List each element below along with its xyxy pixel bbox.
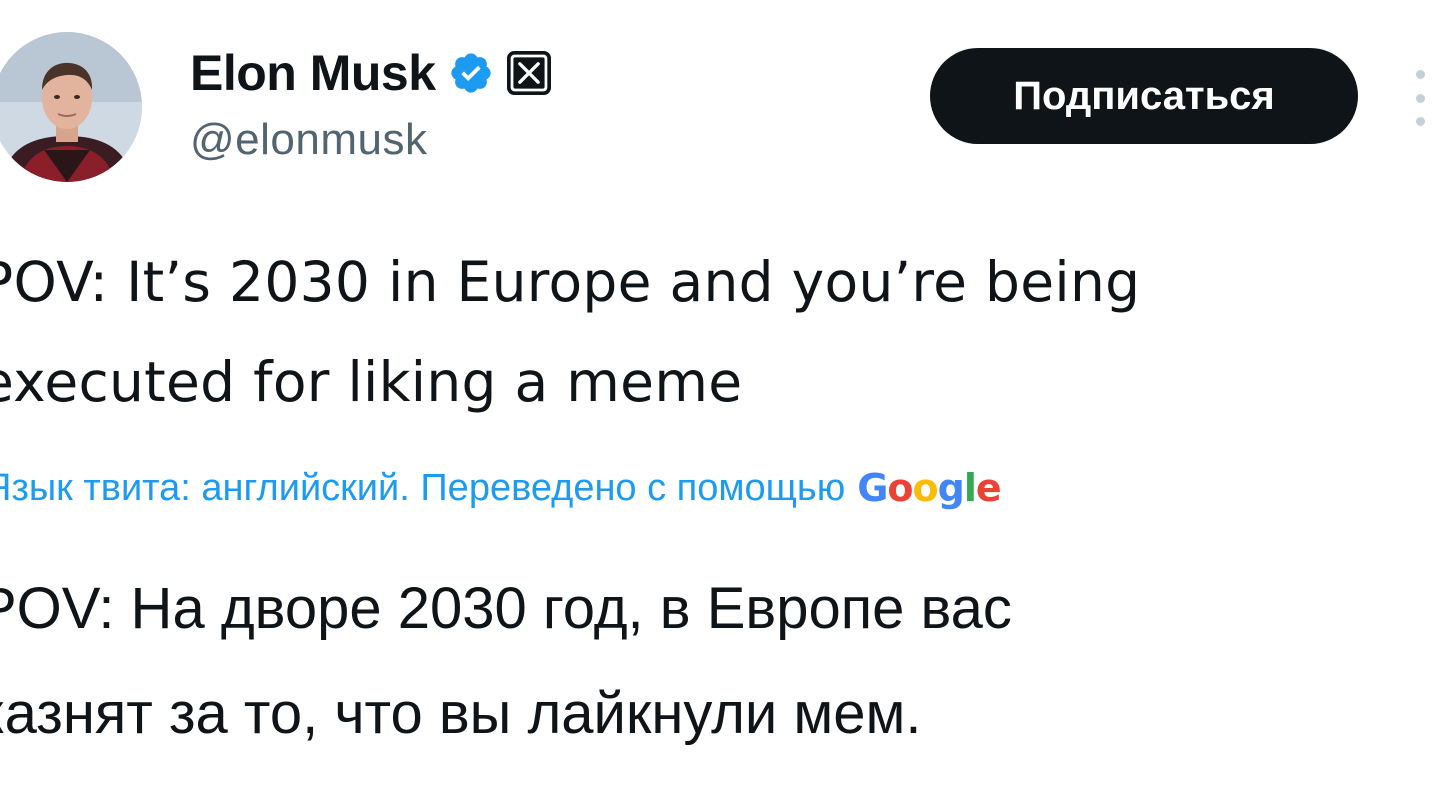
translated-text-line: казнят за то, что вы лайкнули мем. <box>0 681 922 746</box>
more-dot <box>1415 70 1425 79</box>
author-name-row: Elon Musk <box>190 38 552 108</box>
translated-tweet-text: POV: На дворе 2030 год, в Европе вас каз… <box>0 556 1418 766</box>
google-logo: Google <box>857 466 1001 510</box>
more-dot <box>1415 93 1425 103</box>
avatar-image <box>0 32 142 182</box>
tweet-text: POV: It’s 2030 in Europe and you’re bein… <box>0 232 1420 432</box>
verified-badge-icon[interactable] <box>448 50 494 96</box>
more-vertical-icon[interactable] <box>1408 70 1432 126</box>
tweet-text-line: POV: It’s 2030 in Europe and you’re bein… <box>0 250 1141 314</box>
translation-note-text: Язык твита: английский. Переведено с пом… <box>0 466 846 509</box>
follow-button[interactable]: Подписаться <box>930 48 1358 144</box>
more-dot <box>1415 117 1425 126</box>
tweet-text-line: executed for liking a meme <box>0 350 743 414</box>
author-display-name[interactable]: Elon Musk <box>190 48 436 98</box>
x-logo-icon[interactable] <box>506 50 552 96</box>
translated-text-line: POV: На дворе 2030 год, в Европе вас <box>0 576 1012 641</box>
author-handle[interactable]: @elonmusk <box>190 118 427 162</box>
avatar[interactable] <box>0 32 142 182</box>
translation-note[interactable]: Язык твита: английский. Переведено с пом… <box>0 458 1424 518</box>
